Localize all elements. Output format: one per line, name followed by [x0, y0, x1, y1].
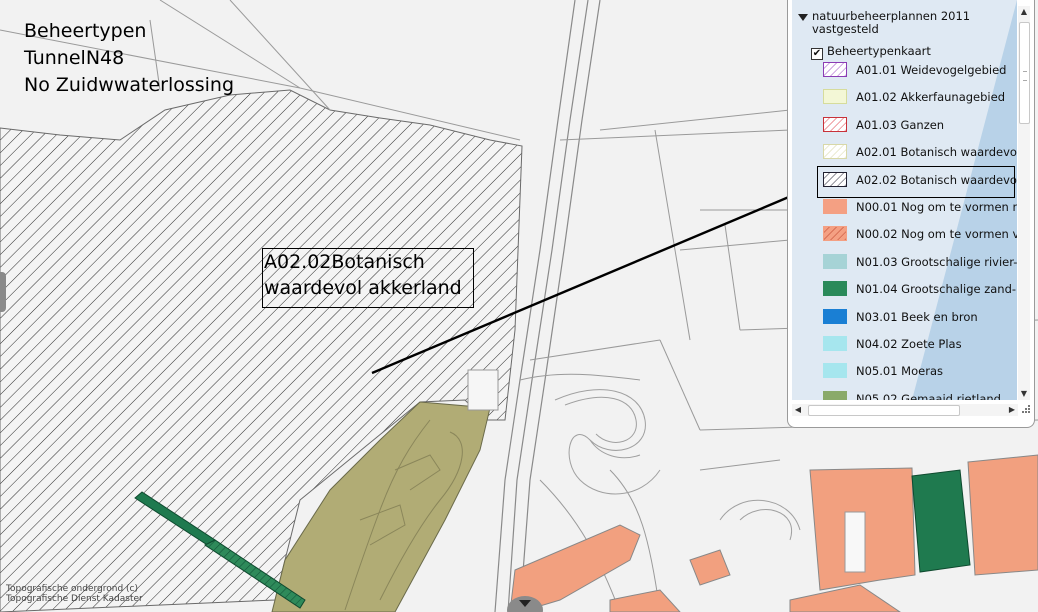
vertical-scrollbar[interactable]: ▲ ▼ [1018, 6, 1030, 400]
legend-item-label: N05.01 Moeras [856, 364, 943, 379]
road-crossing [467, 369, 499, 411]
legend-swatch [823, 363, 847, 379]
attribution-line-1: Topografische ondergrond (c) [6, 584, 139, 594]
legend-item-label: N00.02 Nog om te vormen va [856, 227, 1017, 242]
legend-swatch [823, 253, 847, 269]
legend-swatch [823, 336, 847, 351]
arrow-down-icon[interactable]: ▼ [1018, 388, 1030, 400]
layer-checkbox[interactable]: ✔ [811, 48, 823, 60]
legend-item-label: N05.02 Gemaaid rietland [856, 391, 1001, 400]
legend-item-label: N01.03 Grootschalige rivier- [856, 254, 1017, 269]
legend-swatch [823, 281, 847, 297]
legend-item-label: N03.01 Beek en bron [856, 309, 978, 324]
pan-left-tab[interactable] [0, 272, 6, 312]
legend-item-selection-highlight [817, 166, 1015, 198]
map-annotation: Beheertypen TunnelN48 No Zuidwwaterlossi… [24, 18, 234, 99]
legend-item-label: A01.02 Akkerfaunagebied [856, 90, 1005, 105]
legend-content[interactable]: natuurbeheerplannen 2011 vastgesteld ✔ Be… [792, 0, 1017, 400]
legend-swatch [823, 226, 847, 242]
legend-swatch [823, 89, 847, 105]
callout-box: A02.02Botanisch waardevol akkerland [262, 248, 474, 308]
legend-swatch [823, 308, 847, 324]
legend-swatch [823, 199, 847, 214]
layer-label: Beheertypenkaart [827, 44, 931, 58]
layer-toggle[interactable]: ✔ Beheertypenkaart [811, 44, 931, 60]
callout-line-1: A02.02Botanisch [264, 251, 425, 273]
legend-swatch [823, 62, 847, 77]
triangle-down-icon[interactable] [798, 14, 808, 21]
group-title: natuurbeheerplannen 2011 vastgesteld [812, 9, 971, 36]
legend-swatch [823, 390, 847, 400]
map-attribution: Topografische ondergrond (c) Topografisc… [6, 584, 143, 604]
legend-item-label: A01.03 Ganzen [856, 117, 945, 132]
pan-down-tab[interactable] [505, 592, 545, 612]
annotation-line-1: Beheertypen [24, 20, 147, 42]
legend-item-label: N01.04 Grootschalige zand- [856, 282, 1017, 297]
legend-item-label: A02.01 Botanisch waardevol [856, 145, 1017, 160]
legend-item-label: N00.01 Nog om te vormen na [856, 200, 1017, 214]
arrow-up-icon[interactable]: ▲ [1018, 6, 1030, 18]
legend-swatch [823, 144, 847, 160]
hscroll-thumb[interactable] [808, 405, 960, 416]
arrow-right-icon[interactable]: ▶ [1006, 404, 1018, 416]
legend-item-label: N04.02 Zoete Plas [856, 337, 962, 351]
scroll-thumb[interactable] [1019, 22, 1030, 124]
legend-item-label: A01.01 Weidevogelgebied [856, 63, 1007, 77]
callout-line-2: waardevol akkerland [264, 277, 462, 299]
green-parcel-n0104[interactable] [911, 469, 971, 573]
white-plot [844, 511, 866, 573]
legend-panel[interactable]: natuurbeheerplannen 2011 vastgesteld ✔ Be… [787, 0, 1035, 428]
resize-grip-icon[interactable] [1019, 404, 1031, 416]
legend-swatch [823, 116, 847, 132]
attribution-line-2: Topografische Dienst Kadaster [6, 594, 143, 604]
annotation-line-3: No Zuidwwaterlossing [24, 74, 235, 96]
arrow-left-icon[interactable]: ◀ [792, 404, 804, 416]
horizontal-scrollbar[interactable]: ◀ ▶ [792, 404, 1018, 416]
annotation-line-2: TunnelN48 [24, 47, 125, 69]
